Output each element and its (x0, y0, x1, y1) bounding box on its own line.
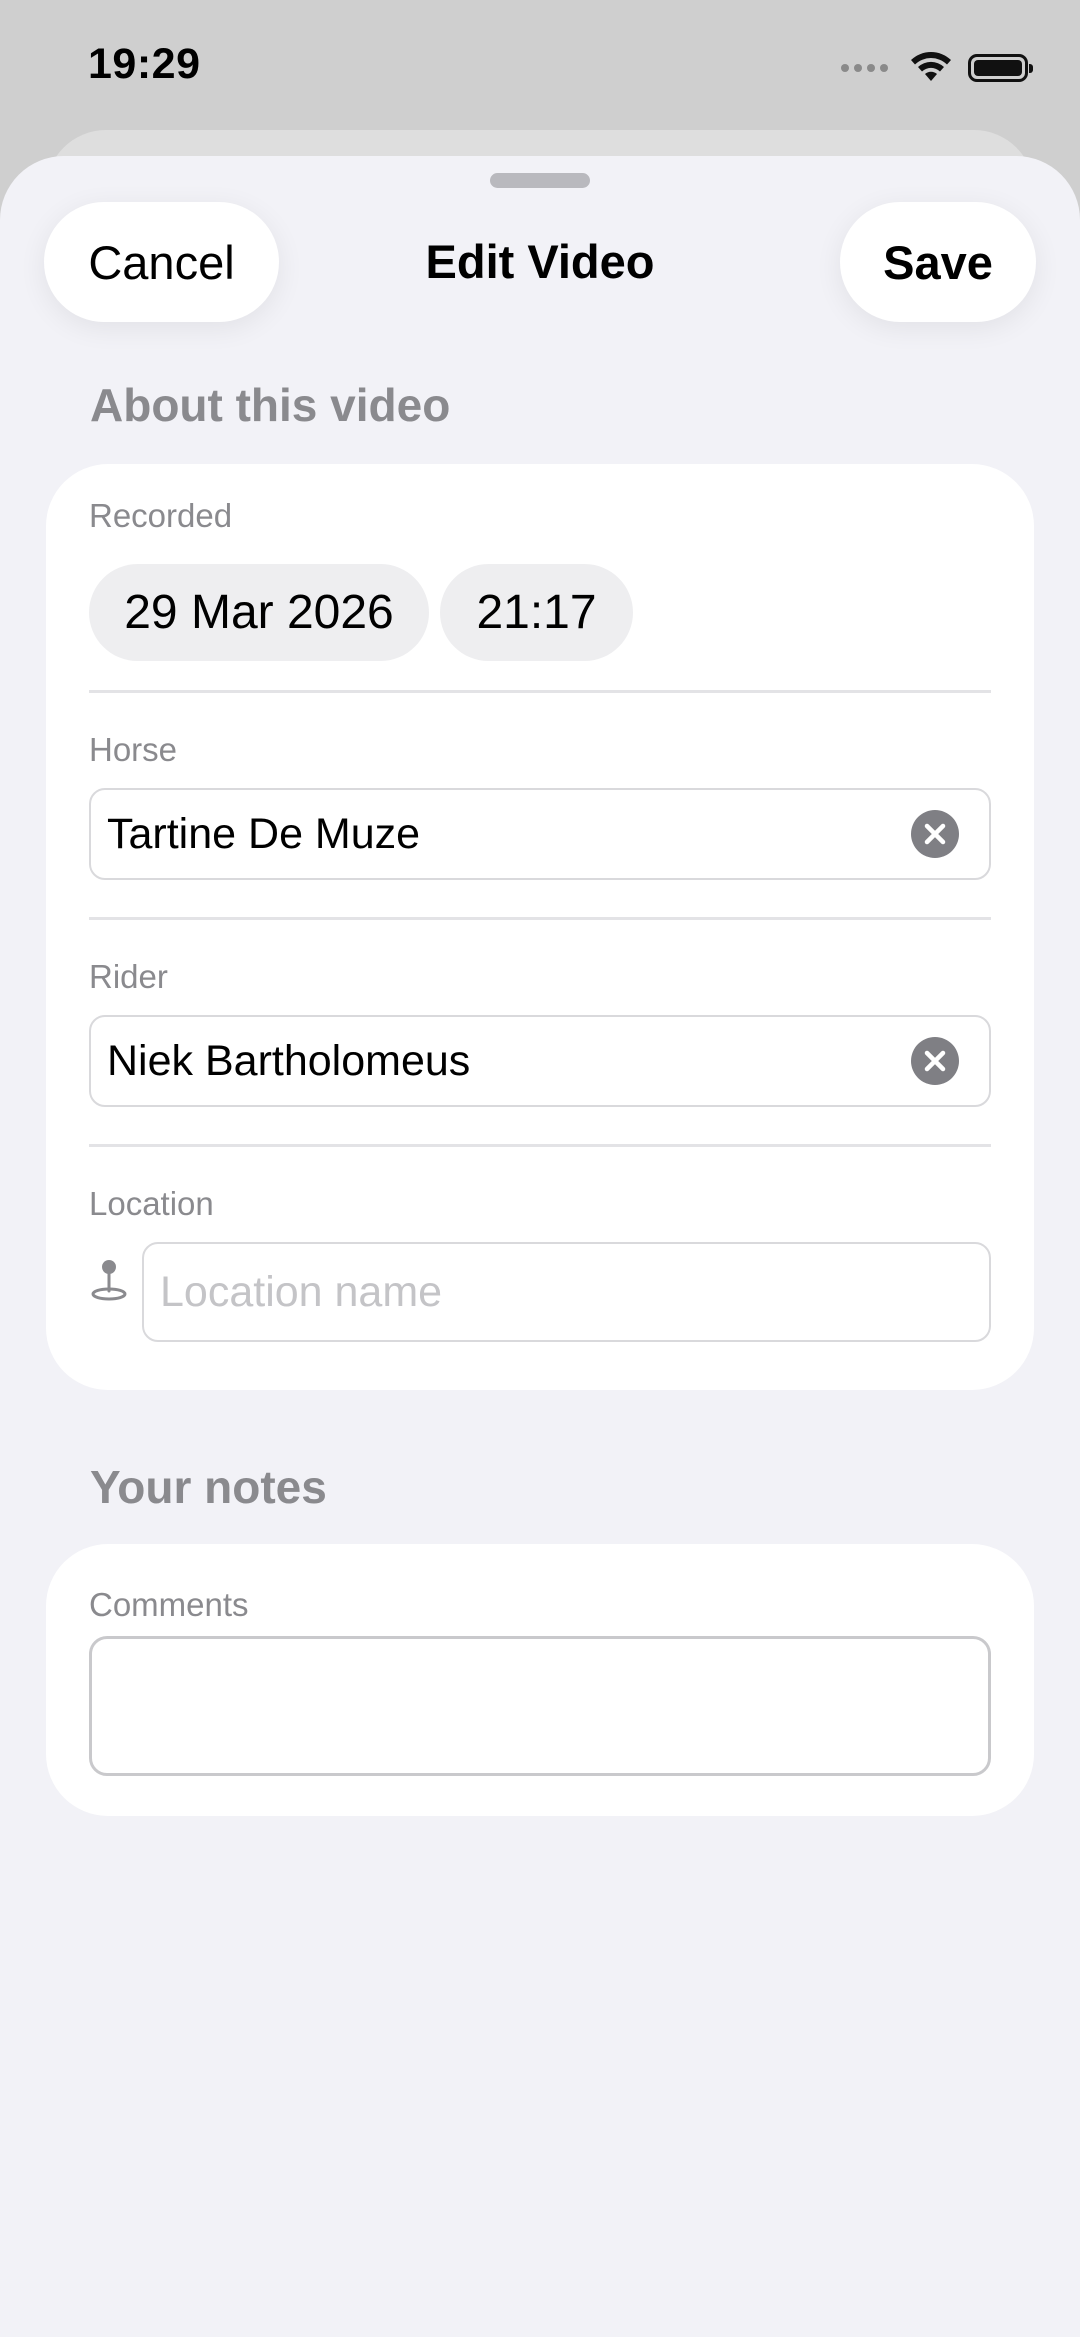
notes-card: Comments (46, 1544, 1034, 1816)
section-header-about: About this video (90, 379, 451, 431)
recorded-label: Recorded (89, 497, 233, 534)
signal-dots-icon (841, 64, 888, 72)
rider-field[interactable]: Niek Bartholomeus (89, 1015, 991, 1107)
location-label: Location (89, 1185, 214, 1222)
location-pin-icon (91, 1260, 127, 1301)
section-header-notes: Your notes (90, 1461, 327, 1513)
rider-label: Rider (89, 958, 168, 995)
clear-horse-icon[interactable] (911, 810, 959, 858)
rider-field-value: Niek Bartholomeus (107, 1036, 471, 1085)
comments-label: Comments (89, 1586, 249, 1623)
status-icons (841, 48, 1033, 88)
about-card: Recorded 29 Mar 2026 21:17 Horse Tartine… (46, 464, 1034, 1390)
recorded-date-picker[interactable]: 29 Mar 2026 (89, 564, 429, 661)
divider (89, 917, 991, 920)
location-input[interactable]: Location name (142, 1242, 991, 1342)
horse-label: Horse (89, 731, 178, 768)
sheet-grabber[interactable] (490, 173, 590, 188)
horse-field-value: Tartine De Muze (107, 809, 421, 858)
status-time: 19:29 (88, 40, 201, 88)
wifi-icon (911, 52, 951, 81)
divider (89, 1144, 991, 1147)
recorded-time-picker[interactable]: 21:17 (440, 564, 633, 661)
divider (89, 690, 991, 693)
location-placeholder: Location name (160, 1267, 443, 1316)
save-button[interactable]: Save (840, 202, 1036, 322)
horse-field[interactable]: Tartine De Muze (89, 788, 991, 880)
battery-icon (968, 54, 1033, 82)
clear-rider-icon[interactable] (911, 1037, 959, 1085)
status-bar: 19:29 (0, 0, 1080, 130)
edit-video-sheet: Cancel Edit Video Save About this video … (0, 156, 1080, 2337)
comments-textarea[interactable] (89, 1636, 991, 1776)
